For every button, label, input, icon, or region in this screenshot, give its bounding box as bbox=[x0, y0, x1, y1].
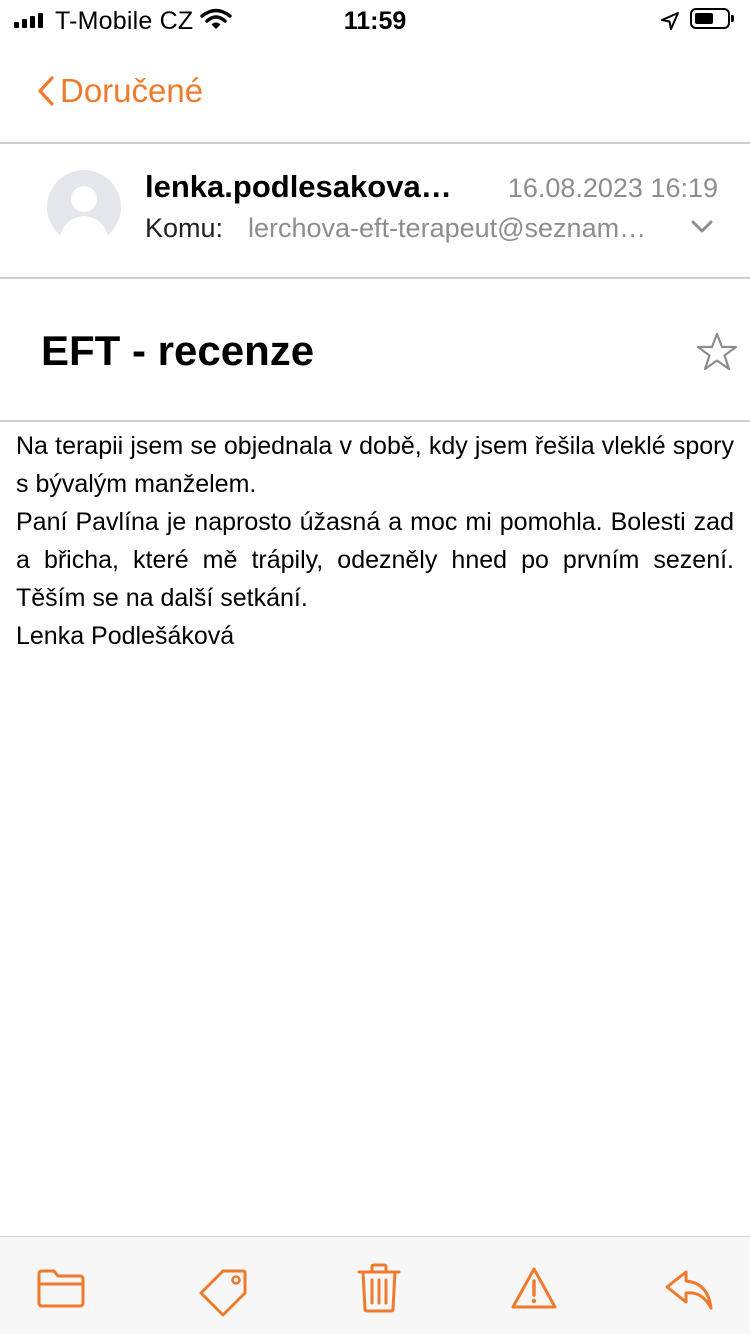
message-body: Na terapii jsem se objednala v době, kdy… bbox=[16, 427, 734, 655]
back-label: Doručené bbox=[60, 72, 204, 109]
person-icon bbox=[59, 186, 109, 244]
back-button[interactable]: Doručené bbox=[36, 72, 203, 110]
body-paragraph: Paní Pavlína je naprosto úžasná a moc mi… bbox=[16, 508, 734, 612]
location-arrow-icon bbox=[661, 12, 679, 30]
body-signature: Lenka Podlešáková bbox=[16, 622, 235, 650]
message-date: 16.08.2023 16:19 bbox=[507, 173, 718, 203]
recipient-address[interactable]: lerchova-eft-terapeut@seznam.cz bbox=[248, 213, 648, 244]
sender-name[interactable]: lenka.podlesakova@seznam.cz bbox=[145, 169, 465, 205]
reply-icon[interactable] bbox=[664, 1269, 714, 1311]
chevron-down-icon[interactable] bbox=[690, 219, 714, 235]
warning-icon[interactable] bbox=[510, 1265, 558, 1311]
divider bbox=[0, 420, 750, 422]
star-icon[interactable] bbox=[696, 332, 738, 372]
message-header: lenka.podlesakova@seznam.cz 16.08.2023 1… bbox=[0, 145, 750, 277]
trash-icon[interactable] bbox=[357, 1263, 401, 1313]
battery-icon bbox=[690, 8, 734, 29]
chevron-left-icon bbox=[38, 76, 54, 106]
divider bbox=[0, 142, 750, 144]
bottom-toolbar bbox=[0, 1236, 750, 1334]
avatar bbox=[47, 170, 121, 244]
tag-icon[interactable] bbox=[199, 1267, 249, 1317]
status-bar: T-Mobile CZ 11:59 bbox=[0, 0, 750, 40]
message-subject: EFT - recenze bbox=[41, 327, 315, 374]
body-paragraph: Na terapii jsem se objednala v době, kdy… bbox=[16, 432, 734, 498]
clock: 11:59 bbox=[343, 7, 407, 35]
navigation-bar: Doručené bbox=[0, 60, 750, 126]
divider bbox=[0, 277, 750, 279]
subject-row: EFT - recenze bbox=[0, 280, 750, 420]
recipient-label: Komu: bbox=[145, 213, 224, 243]
folder-icon[interactable] bbox=[36, 1267, 86, 1309]
